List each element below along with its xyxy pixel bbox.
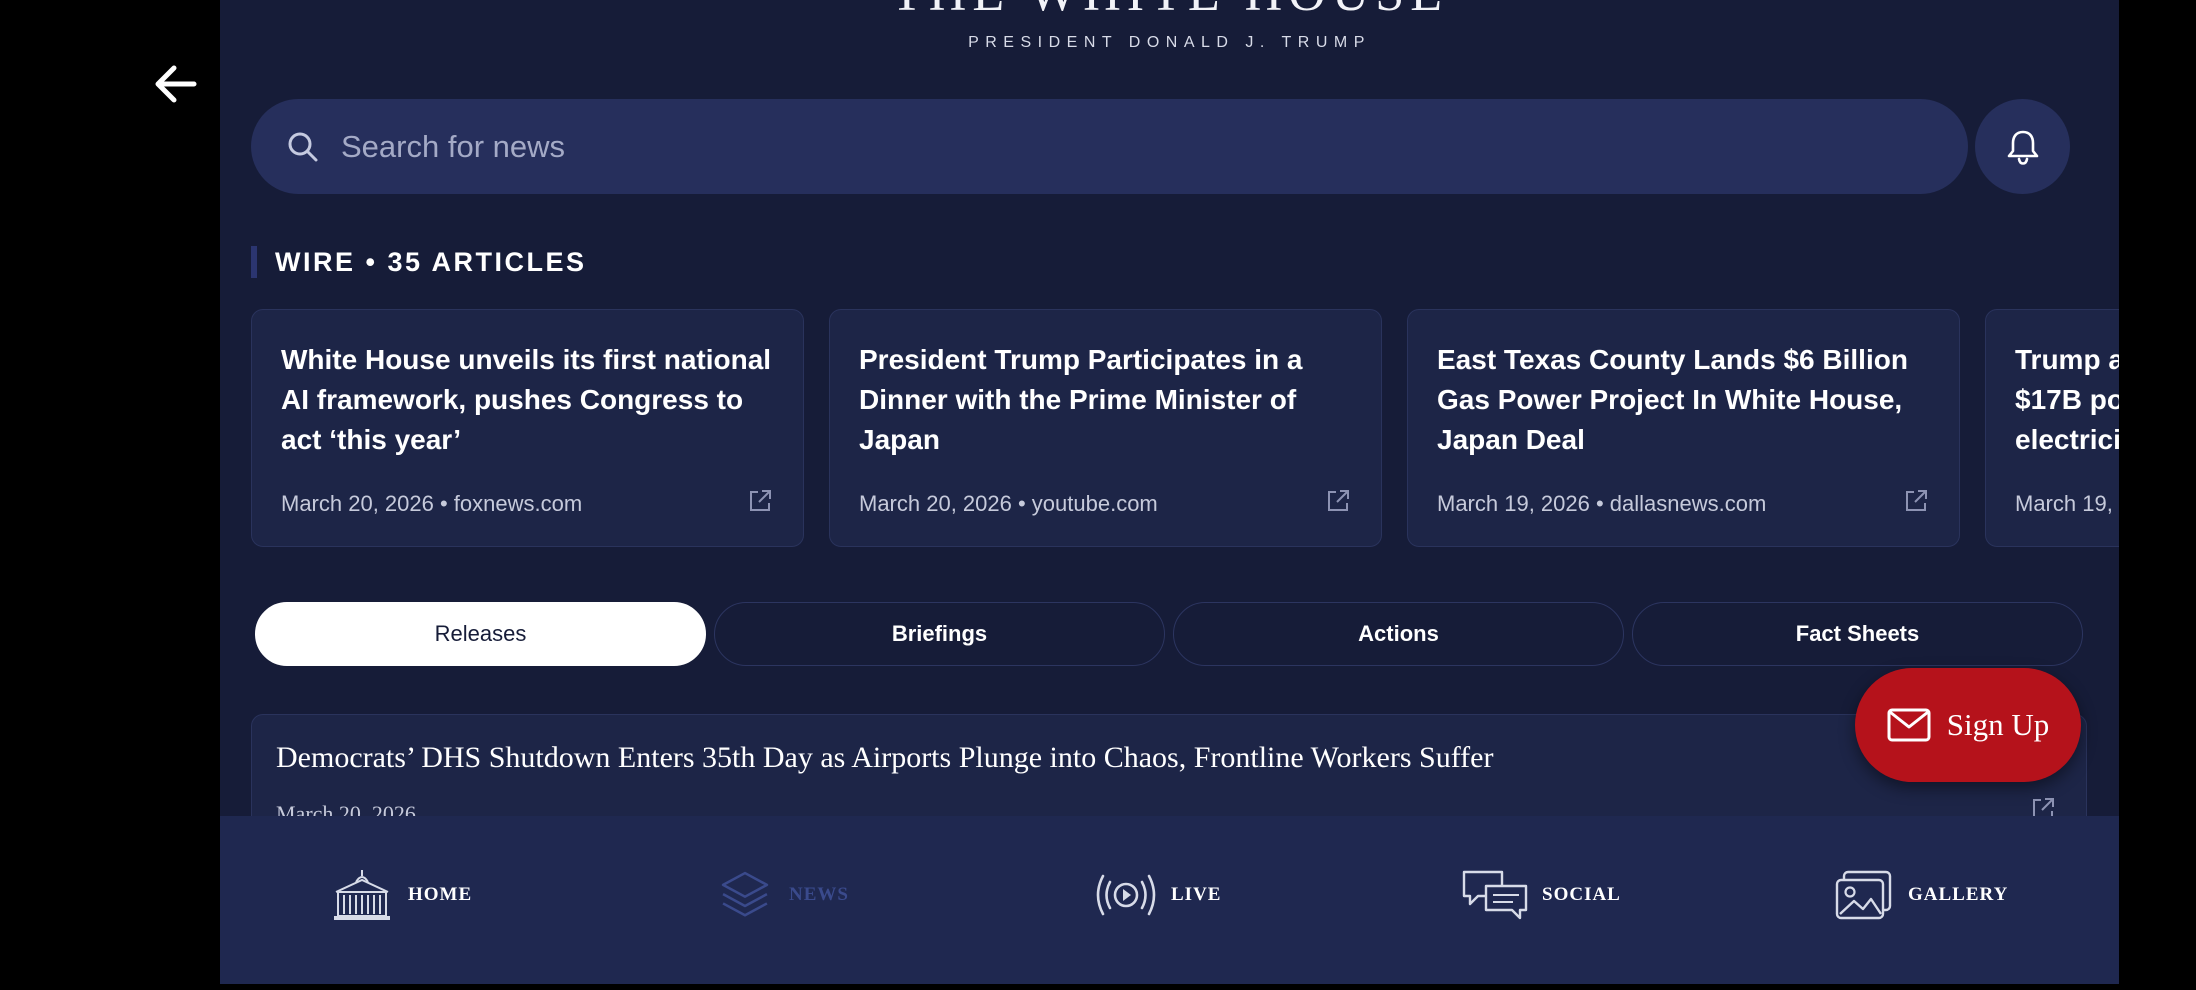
bottom-navigation: HOME NEWS LIVE SOCIAL GALLERY bbox=[220, 816, 2119, 984]
wire-card-meta: March 19, bbox=[2015, 491, 2113, 516]
nav-item-live[interactable]: LIVE bbox=[1095, 865, 1221, 925]
wire-accent-bar bbox=[251, 246, 257, 278]
white-house-icon bbox=[334, 870, 390, 920]
wire-card[interactable]: President Trump Participates in a Dinner… bbox=[829, 309, 1382, 547]
external-link-icon bbox=[1906, 490, 1927, 511]
nav-item-news[interactable]: NEWS bbox=[715, 865, 849, 925]
page-subtitle: PRESIDENT DONALD J. TRUMP bbox=[968, 34, 1371, 51]
release-title: Democrats’ DHS Shutdown Enters 35th Day … bbox=[276, 741, 1494, 774]
wire-card[interactable]: East Texas County Lands $6 Billion Gas P… bbox=[1407, 309, 1960, 547]
bell-icon bbox=[2007, 130, 2038, 165]
search-icon bbox=[288, 132, 318, 161]
wire-card-title: East Texas County Lands $6 Billion Gas P… bbox=[1437, 344, 1908, 455]
wire-card[interactable]: White House unveils its first national A… bbox=[251, 309, 804, 547]
external-link-icon bbox=[750, 490, 771, 511]
wire-carousel[interactable]: White House unveils its first national A… bbox=[251, 309, 2119, 547]
notifications-button[interactable] bbox=[1975, 99, 2070, 194]
search-bar[interactable] bbox=[251, 99, 1968, 194]
tab-actions[interactable]: Actions bbox=[1173, 602, 1624, 666]
app-screen: THE WHITE HOUSE PRESIDENT DONALD J. TRUM… bbox=[220, 0, 2119, 984]
wire-card-meta: March 20, 2026 • youtube.com bbox=[859, 491, 1158, 516]
wire-card-title: Trump a $17B po electrici bbox=[2015, 344, 2119, 455]
layers-icon bbox=[721, 871, 769, 917]
wire-heading: WIRE • 35 ARTICLES bbox=[251, 246, 586, 278]
broadcast-icon bbox=[1096, 874, 1156, 916]
nav-label-social: SOCIAL bbox=[1542, 884, 1621, 905]
tab-releases[interactable]: Releases bbox=[255, 602, 706, 666]
tab-briefings[interactable]: Briefings bbox=[714, 602, 1165, 666]
wire-card-meta: March 19, 2026 • dallasnews.com bbox=[1437, 491, 1767, 516]
tab-fact-sheets[interactable]: Fact Sheets bbox=[1632, 602, 2083, 666]
nav-label-news: NEWS bbox=[789, 884, 849, 905]
image-gallery-icon bbox=[1835, 870, 1892, 920]
wire-card-meta: March 20, 2026 • foxnews.com bbox=[281, 491, 583, 516]
news-tabs: Releases Briefings Actions Fact Sheets bbox=[255, 602, 2085, 666]
page-title: THE WHITE HOUSE bbox=[220, 0, 2119, 23]
envelope-icon bbox=[1887, 708, 1931, 742]
sign-up-button[interactable]: Sign Up bbox=[1855, 668, 2081, 782]
nav-item-social[interactable]: SOCIAL bbox=[1462, 865, 1621, 925]
nav-label-gallery: GALLERY bbox=[1908, 884, 2009, 905]
search-input[interactable] bbox=[341, 128, 1841, 165]
wire-card-title: President Trump Participates in a Dinner… bbox=[859, 344, 1303, 455]
sign-up-label: Sign Up bbox=[1946, 707, 2050, 742]
nav-item-home[interactable]: HOME bbox=[330, 865, 472, 925]
back-button[interactable] bbox=[148, 56, 204, 112]
external-link-icon bbox=[1328, 490, 1349, 511]
nav-label-live: LIVE bbox=[1171, 884, 1222, 905]
chat-bubbles-icon bbox=[1462, 870, 1528, 920]
wire-card[interactable]: Trump a $17B po electrici March 19, bbox=[1985, 309, 2119, 547]
nav-label-home: HOME bbox=[408, 884, 473, 905]
nav-item-gallery[interactable]: GALLERY bbox=[1834, 865, 2008, 925]
arrow-left-icon bbox=[155, 65, 197, 103]
wire-card-title: White House unveils its first national A… bbox=[281, 344, 772, 455]
wire-label: WIRE • 35 ARTICLES bbox=[275, 246, 587, 277]
